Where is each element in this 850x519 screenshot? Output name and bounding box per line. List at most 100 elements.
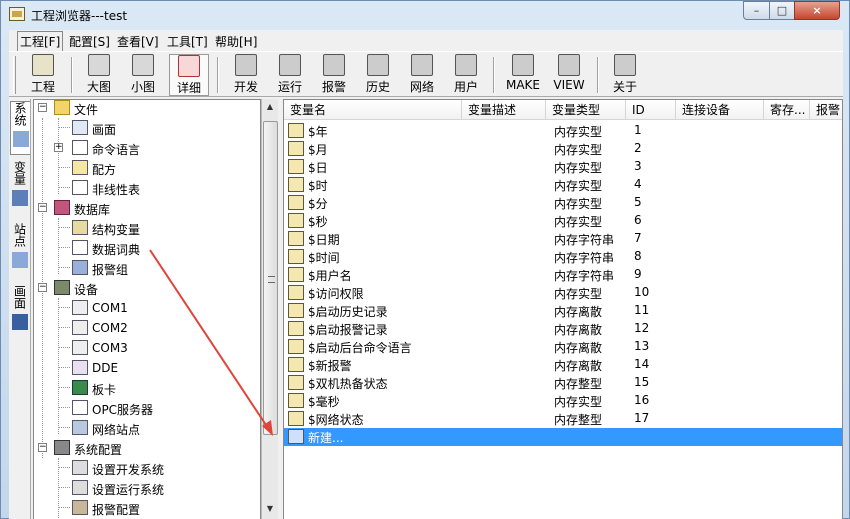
details-icon xyxy=(178,55,200,77)
list-item[interactable]: $启动后台命令语言 内存离散 13 xyxy=(284,338,842,356)
list-item[interactable]: $日期 内存字符串 7 xyxy=(284,230,842,248)
list-item[interactable]: $时间 内存字符串 8 xyxy=(284,248,842,266)
variable-id: 5 xyxy=(634,195,642,209)
column-register[interactable]: 寄存... xyxy=(764,100,810,120)
list-item[interactable]: $秒 内存实型 6 xyxy=(284,212,842,230)
variable-type: 内存离散 xyxy=(554,341,603,355)
column-variable-type[interactable]: 变量类型 xyxy=(546,100,626,120)
collapse-toggle[interactable]: − xyxy=(38,103,47,112)
toolbar-history-button[interactable]: 历史 xyxy=(357,54,399,96)
toolbar-network-button[interactable]: 网络 xyxy=(401,54,443,96)
stations-tab-icon xyxy=(12,252,28,268)
dictionary-icon xyxy=(72,240,88,255)
variable-icon xyxy=(288,393,304,408)
menu-tools[interactable]: 工具[T] xyxy=(165,33,210,50)
scroll-down-icon[interactable]: ▼ xyxy=(264,504,276,516)
collapse-toggle[interactable]: − xyxy=(38,443,47,452)
toolbar: 工程 大图 小图 详细 开发 运行 报警 历史 网络 用户 MAKE VIEW … xyxy=(9,51,843,97)
toolbar-grip[interactable] xyxy=(13,56,16,94)
list-item[interactable]: $月 内存实型 2 xyxy=(284,140,842,158)
variable-list: 变量名 变量描述 变量类型 ID 连接设备 寄存... 报警 $年 内存实型 1 $月… xyxy=(283,99,843,519)
list-item[interactable]: $用户名 内存字符串 9 xyxy=(284,266,842,284)
variable-name: 新建... xyxy=(308,431,344,445)
variable-name: $分 xyxy=(308,197,328,211)
toolbar-details-button[interactable]: 详细 xyxy=(169,54,209,96)
list-item[interactable]: $双机热备状态 内存整型 15 xyxy=(284,374,842,392)
list-item[interactable]: $日 内存实型 3 xyxy=(284,158,842,176)
menu-help[interactable]: 帮助[H] xyxy=(213,33,259,50)
list-item[interactable]: $网络状态 内存整型 17 xyxy=(284,410,842,428)
menu-project[interactable]: 工程[F] xyxy=(17,31,64,52)
user-icon xyxy=(455,54,477,76)
variable-name: $启动后台命令语言 xyxy=(308,341,412,355)
toolbar-about-button[interactable]: 关于 xyxy=(605,54,645,96)
toolbar-project-button[interactable]: 工程 xyxy=(23,54,63,96)
toolbar-small-icons-button[interactable]: 小图 xyxy=(123,54,163,96)
list-item[interactable]: $启动报警记录 内存离散 12 xyxy=(284,320,842,338)
variable-icon xyxy=(288,159,304,174)
column-device[interactable]: 连接设备 xyxy=(676,100,764,120)
expand-toggle[interactable]: + xyxy=(54,143,63,152)
variable-icon xyxy=(288,249,304,264)
device-icon xyxy=(54,280,70,295)
variable-id: 2 xyxy=(634,141,642,155)
variable-type: 内存实型 xyxy=(554,215,603,229)
dev-settings-icon xyxy=(72,460,88,475)
column-alarm[interactable]: 报警 xyxy=(810,100,842,120)
list-item[interactable]: $新报警 内存离散 14 xyxy=(284,356,842,374)
list-item-new[interactable]: 新建... xyxy=(284,428,842,446)
tree-scrollbar[interactable]: ▲ ▼ xyxy=(261,99,278,519)
scroll-thumb[interactable] xyxy=(263,121,278,435)
menu-view[interactable]: 查看[V] xyxy=(115,33,161,50)
column-id[interactable]: ID xyxy=(626,100,676,120)
tab-screens[interactable]: 画面 xyxy=(10,285,30,341)
scroll-up-icon[interactable]: ▲ xyxy=(264,102,276,114)
variable-icon xyxy=(288,285,304,300)
toolbar-alarm-button[interactable]: 报警 xyxy=(313,54,355,96)
com-port-icon xyxy=(72,340,88,355)
menu-bar: 工程[F] 配置[S] 查看[V] 工具[T] 帮助[H] xyxy=(9,30,843,52)
collapse-toggle[interactable]: − xyxy=(38,203,47,212)
tab-variables[interactable]: 变量 xyxy=(10,161,30,217)
minimize-button[interactable]: – xyxy=(743,1,770,20)
tab-system[interactable]: 系统 xyxy=(10,101,30,155)
small-icons-icon xyxy=(132,54,154,76)
alarm-config-icon xyxy=(72,500,88,515)
variable-name: $日 xyxy=(308,161,328,175)
variable-id: 7 xyxy=(634,231,642,245)
variable-icon xyxy=(288,177,304,192)
maximize-button[interactable]: □ xyxy=(769,1,795,20)
close-button[interactable]: × xyxy=(794,1,840,20)
list-item[interactable]: $毫秒 内存实型 16 xyxy=(284,392,842,410)
column-description[interactable]: 变量描述 xyxy=(462,100,546,120)
variable-id: 4 xyxy=(634,177,642,191)
toolbar-make-button[interactable]: MAKE xyxy=(501,54,545,96)
variable-id: 11 xyxy=(634,303,650,317)
toolbar-run-button[interactable]: 运行 xyxy=(269,54,311,96)
toolbar-view-button[interactable]: VIEW xyxy=(547,54,591,96)
list-item[interactable]: $启动历史记录 内存离散 11 xyxy=(284,302,842,320)
variable-icon xyxy=(288,141,304,156)
project-icon xyxy=(32,54,54,76)
folder-icon xyxy=(54,100,70,115)
variable-id: 15 xyxy=(634,375,650,389)
tab-stations[interactable]: 站点 xyxy=(10,223,30,279)
variable-type: 内存字符串 xyxy=(554,233,615,247)
variable-id: 6 xyxy=(634,213,642,227)
toolbar-develop-button[interactable]: 开发 xyxy=(225,54,267,96)
title-bar[interactable]: 工程浏览器---test – □ × xyxy=(1,1,849,29)
variable-type: 内存离散 xyxy=(554,323,603,337)
tools-icon xyxy=(54,440,70,455)
list-item[interactable]: $年 内存实型 1 xyxy=(284,122,842,140)
column-variable-name[interactable]: 变量名 xyxy=(284,100,462,120)
list-item[interactable]: $分 内存实型 5 xyxy=(284,194,842,212)
toolbar-large-icons-button[interactable]: 大图 xyxy=(79,54,119,96)
collapse-toggle[interactable]: − xyxy=(38,283,47,292)
toolbar-user-button[interactable]: 用户 xyxy=(445,54,487,96)
variable-icon xyxy=(288,123,304,138)
list-item[interactable]: $时 内存实型 4 xyxy=(284,176,842,194)
list-item[interactable]: $访问权限 内存实型 10 xyxy=(284,284,842,302)
client-area: 工程[F] 配置[S] 查看[V] 工具[T] 帮助[H] 工程 大图 小图 详… xyxy=(9,30,843,519)
variable-id: 14 xyxy=(634,357,650,371)
menu-config[interactable]: 配置[S] xyxy=(67,33,112,50)
